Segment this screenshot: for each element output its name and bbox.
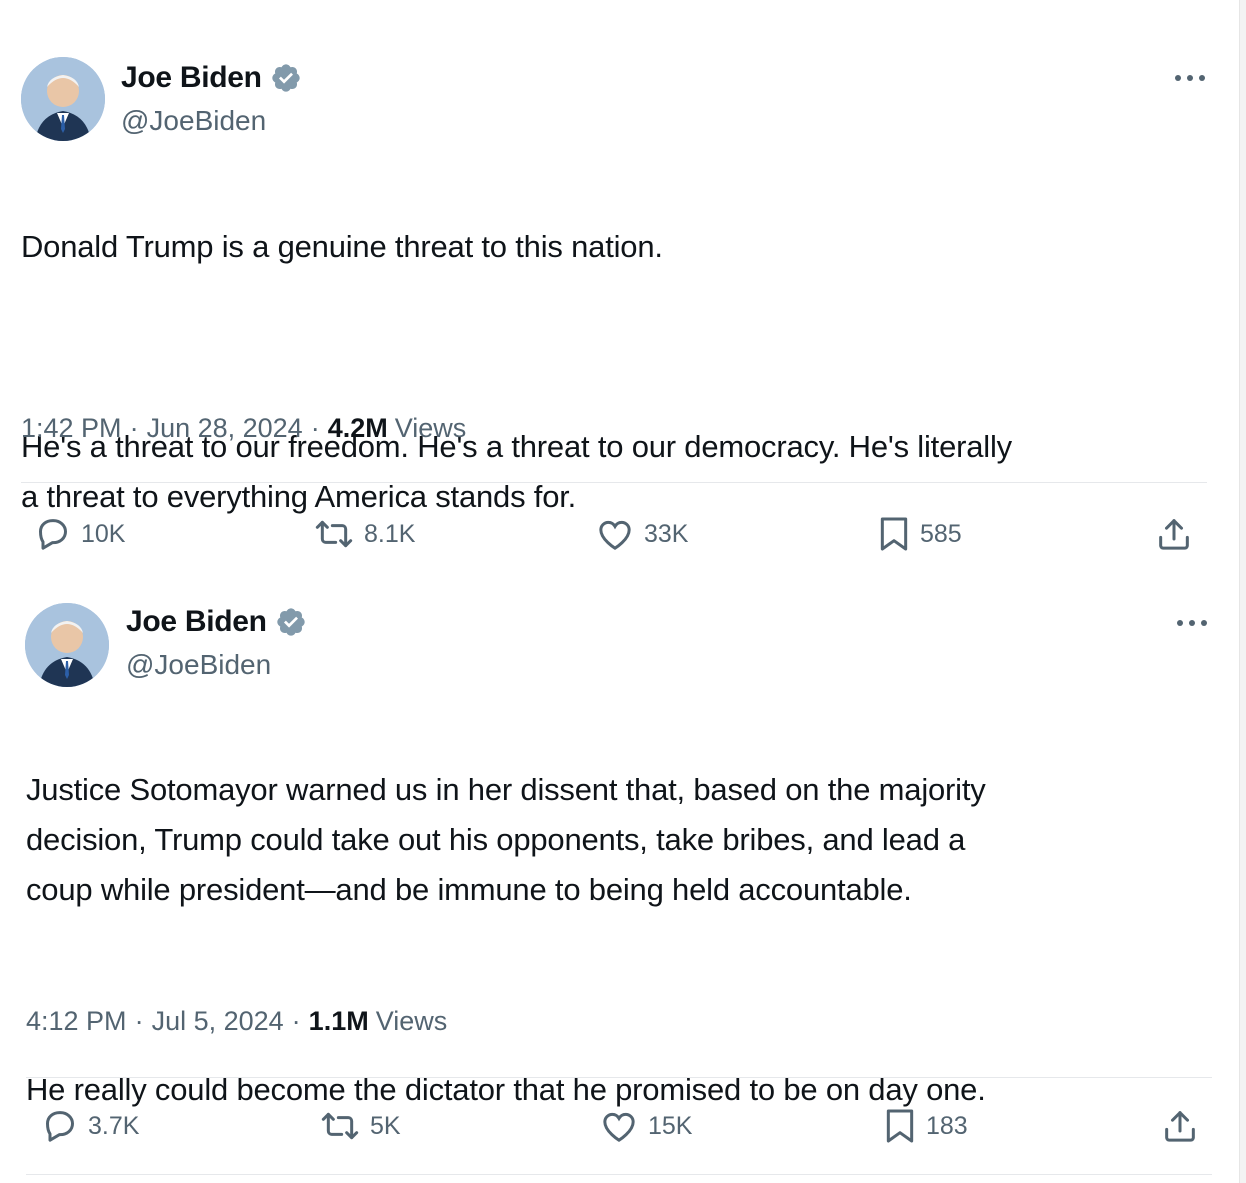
bookmark-button[interactable]: 183 [882, 1106, 968, 1146]
more-icon[interactable] [1170, 68, 1210, 88]
reply-button[interactable]: 10K [33, 514, 125, 554]
bookmark-icon [880, 517, 908, 551]
like-count: 15K [648, 1112, 693, 1140]
share-button[interactable] [1160, 1106, 1208, 1146]
more-icon[interactable] [1172, 613, 1212, 633]
action-bar: 10K 8.1K 33K 585 [0, 514, 1246, 554]
like-count: 33K [644, 520, 689, 548]
share-icon [1165, 1111, 1195, 1142]
tweet-text: Donald Trump is a genuine threat to this… [21, 172, 1221, 572]
reply-button[interactable]: 3.7K [40, 1106, 139, 1146]
views-count: 4.2M [327, 413, 388, 443]
tweet-paragraph: Justice Sotomayor warned us in her disse… [26, 772, 986, 907]
bookmark-count: 585 [920, 520, 962, 548]
like-button[interactable]: 33K [594, 514, 688, 554]
verified-badge-icon [275, 606, 307, 638]
like-icon [599, 520, 631, 550]
author-name[interactable]: Joe Biden [121, 60, 262, 96]
reply-count: 10K [81, 520, 126, 548]
share-button[interactable] [1154, 514, 1202, 554]
tweet-date[interactable]: Jul 5, 2024 [152, 1004, 284, 1038]
action-bar: 3.7K 5K 15K 183 [0, 1106, 1246, 1146]
views-label: Views [394, 413, 467, 443]
separator: · [310, 413, 320, 443]
repost-count: 5K [370, 1112, 401, 1140]
reply-count: 3.7K [88, 1112, 140, 1140]
share-icon [1159, 519, 1189, 550]
author-name[interactable]: Joe Biden [126, 604, 267, 640]
divider [21, 482, 1207, 483]
tweet: Joe Biden @JoeBiden Justice Sotomayor wa… [0, 585, 1246, 1183]
views-label: Views [375, 1006, 448, 1036]
repost-icon [321, 1112, 359, 1140]
reply-icon [46, 1111, 74, 1142]
author-handle[interactable]: @JoeBiden [126, 648, 271, 682]
reply-icon [39, 519, 67, 550]
tweet-meta: 4:12 PM · Jul 5, 2024 · 1.1M Views [26, 1004, 447, 1038]
tweet-meta: 1:42 PM · Jun 28, 2024 · 4.2M Views [21, 411, 466, 445]
verified-badge-icon [270, 62, 302, 94]
tweet: Joe Biden @JoeBiden Donald Trump is a ge… [0, 0, 1246, 585]
views-count: 1.1M [308, 1006, 369, 1036]
tweet-time[interactable]: 1:42 PM [21, 411, 122, 445]
like-icon [603, 1112, 635, 1142]
separator: · [134, 1006, 144, 1036]
avatar[interactable] [21, 57, 105, 141]
divider [26, 1174, 1212, 1175]
tweet-paragraph: Donald Trump is a genuine threat to this… [21, 229, 663, 264]
tweet-date[interactable]: Jun 28, 2024 [147, 411, 303, 445]
tweet-time[interactable]: 4:12 PM [26, 1004, 127, 1038]
separator: · [129, 413, 139, 443]
avatar[interactable] [25, 603, 109, 687]
bookmark-button[interactable]: 585 [876, 514, 962, 554]
repost-button[interactable]: 8.1K [312, 514, 415, 554]
tweet-text: Justice Sotomayor warned us in her disse… [26, 715, 1226, 1165]
repost-count: 8.1K [364, 520, 416, 548]
divider [26, 1077, 1212, 1078]
author-row: Joe Biden [126, 604, 307, 640]
repost-button[interactable]: 5K [318, 1106, 401, 1146]
author-handle[interactable]: @JoeBiden [121, 104, 266, 138]
bookmark-count: 183 [926, 1112, 968, 1140]
repost-icon [315, 520, 353, 548]
separator: · [291, 1006, 301, 1036]
like-button[interactable]: 15K [598, 1106, 692, 1146]
author-row: Joe Biden [121, 60, 302, 96]
bookmark-icon [886, 1109, 914, 1143]
